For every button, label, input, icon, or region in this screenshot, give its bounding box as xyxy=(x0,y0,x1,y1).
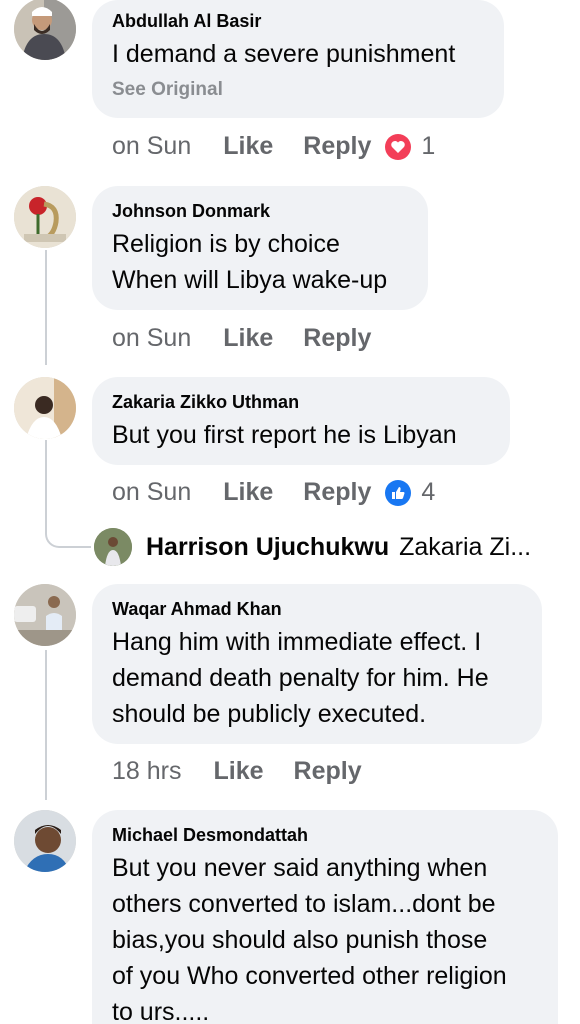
comment-author[interactable]: Waqar Ahmad Khan xyxy=(112,598,522,620)
comment-text: But you never said anything when xyxy=(112,854,488,882)
comment-author[interactable]: Michael Desmondattah xyxy=(112,824,538,846)
comment-text: But you first report he is Libyan xyxy=(112,421,457,449)
comment-text: should be publicly executed. xyxy=(112,700,427,728)
avatar[interactable] xyxy=(14,810,76,872)
like-button[interactable]: Like xyxy=(223,478,273,507)
comment-bubble: Michael Desmondattah But you never said … xyxy=(92,810,558,1024)
comment-timestamp[interactable]: on Sun xyxy=(112,132,191,161)
comment-text: others converted to islam...dont be xyxy=(112,890,496,918)
thread-line xyxy=(45,250,47,365)
comment-actions: 18 hrs Like Reply xyxy=(112,757,392,786)
reaction-count: 1 xyxy=(421,132,436,160)
comment-bubble: Waqar Ahmad Khan Hang him with immediate… xyxy=(92,584,542,744)
comment-text: to urs..... xyxy=(112,998,210,1024)
avatar[interactable] xyxy=(14,0,76,60)
reaction-summary[interactable]: 1 xyxy=(385,132,435,161)
heart-reaction-icon xyxy=(385,133,412,160)
avatar[interactable] xyxy=(14,377,76,439)
thumbs-up-reaction-icon xyxy=(385,479,412,506)
comment-bubble: Zakaria Zikko Uthman But you first repor… xyxy=(92,377,510,465)
comment-timestamp[interactable]: on Sun xyxy=(112,324,191,353)
reply-button[interactable]: Reply xyxy=(303,324,371,353)
comment-author[interactable]: Johnson Donmark xyxy=(112,200,408,222)
avatar[interactable] xyxy=(14,584,76,646)
comment-text: I demand a severe punishment xyxy=(112,40,456,68)
like-button[interactable]: Like xyxy=(213,757,263,786)
comment-timestamp[interactable]: on Sun xyxy=(112,478,191,507)
reply-thread-connector xyxy=(45,488,91,548)
comment-bubble: Abdullah Al Basir I demand a severe puni… xyxy=(92,0,504,118)
comment-actions: on Sun Like Reply 1 xyxy=(112,132,435,161)
comment-timestamp[interactable]: 18 hrs xyxy=(112,757,181,786)
comment-author[interactable]: Zakaria Zikko Uthman xyxy=(112,391,490,413)
comment-text: Hang him with immediate effect. I xyxy=(112,628,482,656)
avatar[interactable] xyxy=(94,528,132,566)
thread-line xyxy=(45,650,47,800)
reply-button[interactable]: Reply xyxy=(294,757,362,786)
like-button[interactable]: Like xyxy=(223,324,273,353)
see-original-link[interactable]: See Original xyxy=(112,78,484,102)
comment-actions: on Sun Like Reply 4 xyxy=(112,478,435,507)
comment-text: Religion is by choice xyxy=(112,230,340,258)
reply-button[interactable]: Reply xyxy=(303,132,371,161)
comment-author[interactable]: Abdullah Al Basir xyxy=(112,10,484,32)
comment-actions: on Sun Like Reply xyxy=(112,324,401,353)
comment-text: When will Libya wake-up xyxy=(112,266,388,294)
reply-button[interactable]: Reply xyxy=(303,478,371,507)
like-button[interactable]: Like xyxy=(223,132,273,161)
reaction-count: 4 xyxy=(421,478,436,506)
comment-text: bias,you should also punish those xyxy=(112,926,488,954)
comment-bubble: Johnson Donmark Religion is by choice Wh… xyxy=(92,186,428,310)
avatar[interactable] xyxy=(14,186,76,248)
reply-preview[interactable]: Harrison Ujuchukwu Zakaria Zi... xyxy=(94,528,531,566)
reply-author[interactable]: Harrison Ujuchukwu xyxy=(146,533,389,562)
thread-line xyxy=(45,440,47,490)
reply-snippet: Zakaria Zi... xyxy=(399,532,532,561)
comment-text: demand death penalty for him. He xyxy=(112,664,489,692)
comment-text: of you Who converted other religion xyxy=(112,962,507,990)
reaction-summary[interactable]: 4 xyxy=(385,478,435,507)
